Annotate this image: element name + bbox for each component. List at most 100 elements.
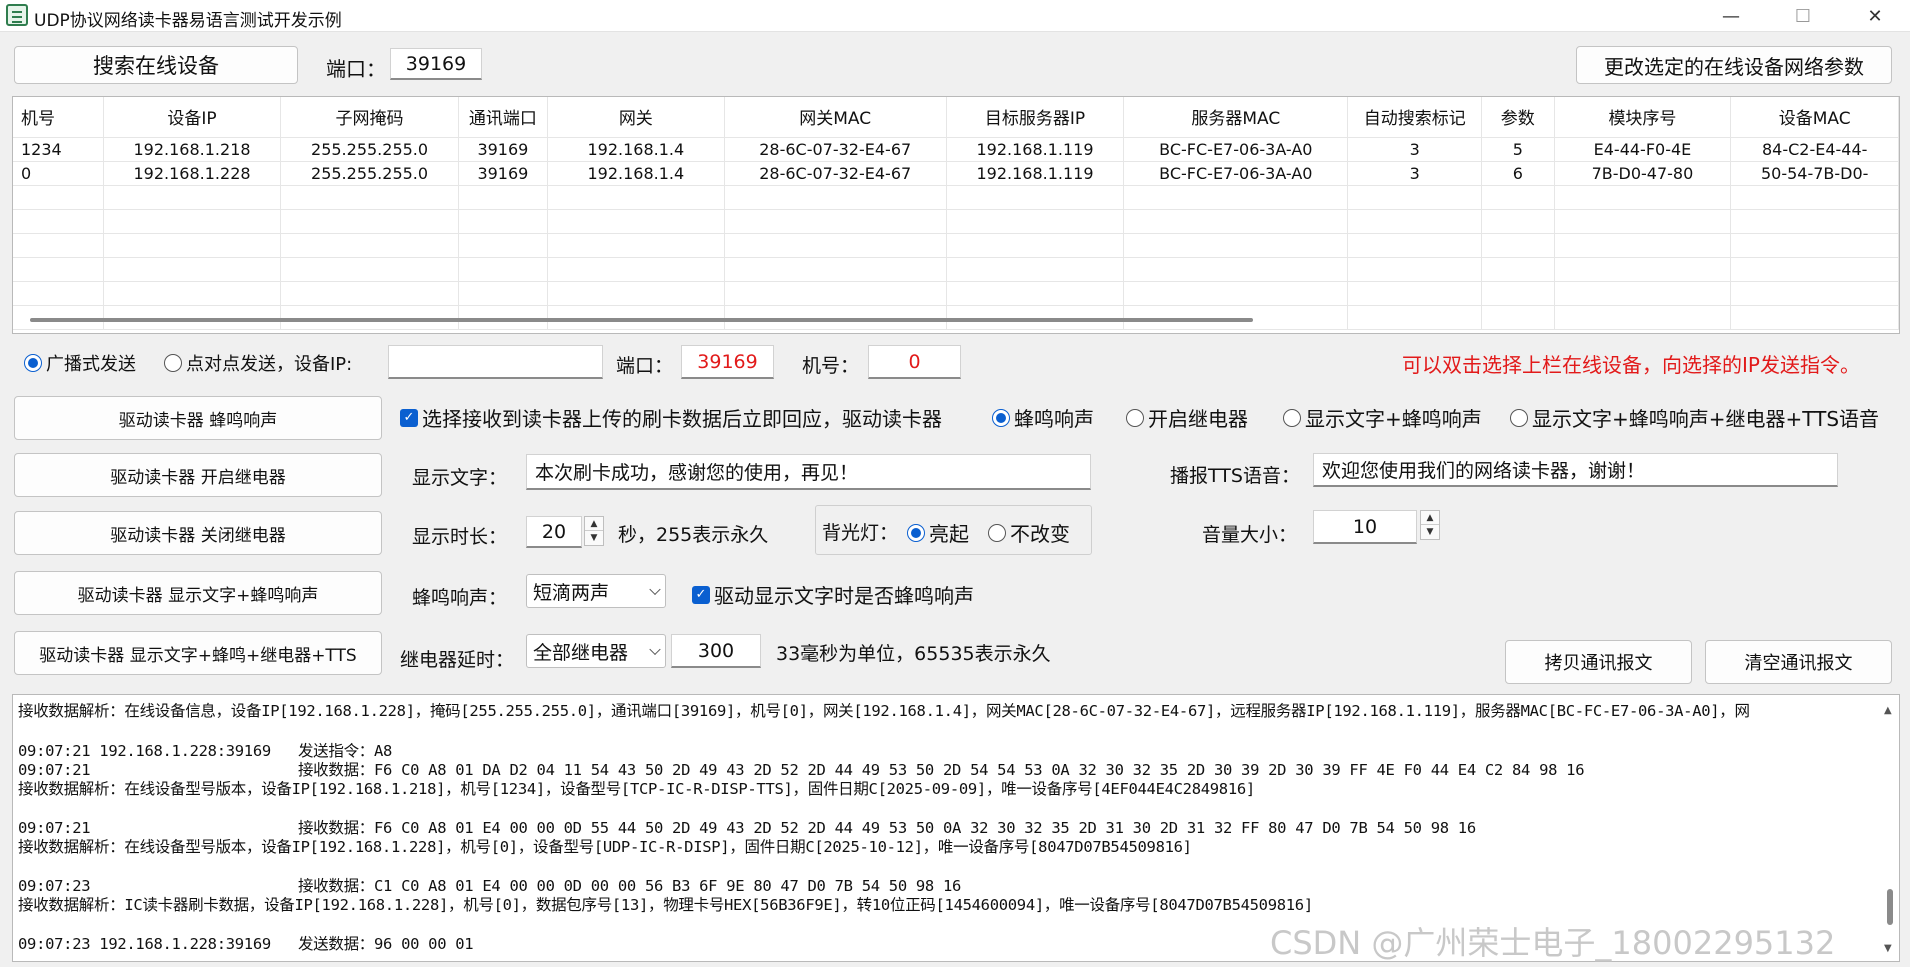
volume-input[interactable]: 10	[1313, 510, 1417, 544]
log-vertical-scrollbar[interactable]: ▲ ▼	[1883, 699, 1897, 957]
backlight-keep-label: 不改变	[1010, 522, 1070, 546]
table-cell: 84-C2-E4-44-	[1730, 137, 1899, 162]
reply-relay-label: 开启继电器	[1148, 407, 1248, 431]
col-header[interactable]: 设备MAC	[1730, 97, 1899, 138]
volume-label: 音量大小：	[1202, 524, 1298, 546]
p2p-radio[interactable]: 点对点发送，设备IP:	[164, 350, 352, 376]
table-cell: 39169	[458, 137, 548, 162]
auto-reply-checkbox[interactable]: ✓ 选择接收到读卡器上传的刷卡数据后立即回应，驱动读卡器	[400, 403, 942, 432]
relay-off-button[interactable]: 驱动读卡器 关闭继电器	[14, 511, 382, 555]
tts-label: 播报TTS语音：	[1170, 465, 1300, 487]
col-header[interactable]: 通讯端口	[458, 97, 548, 138]
col-header[interactable]: 自动搜索标记	[1347, 97, 1483, 138]
app-window: UDP协议网络读卡器易语言测试开发示例 — ☐ ✕ 搜索在线设备 端口： 391…	[0, 0, 1910, 967]
table-cell: BC-FC-E7-06-3A-A0	[1123, 161, 1349, 186]
relay-on-button[interactable]: 驱动读卡器 开启继电器	[14, 453, 382, 497]
reply-text-beep-label: 显示文字+蜂鸣响声	[1305, 407, 1482, 431]
app-icon	[6, 4, 28, 26]
auto-reply-label: 选择接收到读卡器上传的刷卡数据后立即回应，驱动读卡器	[422, 407, 942, 431]
col-header[interactable]: 模块序号	[1554, 97, 1732, 138]
backlight-label: 背光灯：	[822, 522, 899, 544]
col-header[interactable]: 参数	[1481, 97, 1555, 138]
display-text-label: 显示文字：	[412, 467, 508, 489]
copy-log-button[interactable]: 拷贝通讯报文	[1505, 640, 1692, 684]
relay-delay-input[interactable]: 300	[671, 634, 761, 668]
radio-selected-icon	[24, 354, 42, 372]
close-button[interactable]: ✕	[1839, 0, 1910, 32]
relay-select[interactable]: 全部继电器	[526, 634, 666, 668]
device-ip-input[interactable]	[388, 345, 603, 379]
minimize-button[interactable]: —	[1695, 0, 1767, 32]
duration-input[interactable]: 20	[526, 516, 582, 548]
table-cell: 192.168.1.4	[547, 161, 725, 186]
backlight-on-radio[interactable]: 亮起	[907, 518, 969, 547]
duration-label: 显示时长：	[412, 526, 508, 548]
table-cell: 28-6C-07-32-E4-67	[724, 161, 947, 186]
col-header[interactable]: 网关	[547, 97, 725, 138]
send-port-input[interactable]: 39169	[681, 345, 774, 379]
table-cell: 7B-D0-47-80	[1554, 161, 1732, 186]
tts-input[interactable]: 欢迎您使用我们的网络读卡器，谢谢！	[1313, 453, 1838, 487]
table-row[interactable]: 1234 192.168.1.218 255.255.255.0 39169 1…	[13, 137, 1899, 162]
duration-hint: 秒，255表示永久	[618, 524, 769, 546]
empty-row	[13, 305, 1899, 330]
col-header[interactable]: 机号	[13, 97, 104, 138]
reply-text-beep-radio[interactable]: 显示文字+蜂鸣响声	[1283, 403, 1482, 432]
table-horizontal-scrollbar[interactable]	[30, 318, 1253, 322]
display-all-button[interactable]: 驱动读卡器 显示文字+蜂鸣+继电器+TTS	[14, 631, 382, 675]
beep-on-display-checkbox[interactable]: ✓ 驱动显示文字时是否蜂鸣响声	[692, 580, 974, 609]
spin-up-icon[interactable]: ▲	[1421, 511, 1439, 525]
display-text-input[interactable]: 本次刷卡成功，感谢您的使用，再见！	[526, 454, 1091, 490]
radio-selected-icon	[907, 523, 925, 542]
duration-spinner[interactable]: ▲ ▼	[584, 516, 604, 546]
display-beep-button[interactable]: 驱动读卡器 显示文字+蜂鸣响声	[14, 571, 382, 615]
modify-device-params-button[interactable]: 更改选定的在线设备网络参数	[1576, 46, 1892, 84]
radio-unselected-icon	[1510, 408, 1528, 427]
search-port-input[interactable]: 39169	[390, 48, 482, 80]
reply-all-label: 显示文字+蜂鸣响声+继电器+TTS语音	[1532, 407, 1880, 431]
scroll-thumb[interactable]	[1887, 889, 1893, 925]
col-header[interactable]: 网关MAC	[724, 97, 947, 138]
reply-beep-radio[interactable]: 蜂鸣响声	[992, 403, 1094, 432]
relay-select-value: 全部继电器	[533, 641, 629, 664]
col-header[interactable]: 目标服务器IP	[946, 97, 1125, 138]
scroll-down-icon[interactable]: ▼	[1884, 943, 1892, 954]
table-cell: BC-FC-E7-06-3A-A0	[1123, 137, 1349, 162]
col-header[interactable]: 子网掩码	[280, 97, 459, 138]
radio-unselected-icon	[988, 523, 1006, 542]
broadcast-radio[interactable]: 广播式发送	[24, 350, 136, 376]
spin-down-icon[interactable]: ▼	[1421, 525, 1439, 539]
table-cell: 28-6C-07-32-E4-67	[724, 137, 947, 162]
col-header[interactable]: 设备IP	[103, 97, 282, 138]
backlight-on-label: 亮起	[929, 522, 969, 546]
clear-log-button[interactable]: 清空通讯报文	[1705, 640, 1892, 684]
device-table[interactable]: 机号 设备IP 子网掩码 通讯端口 网关 网关MAC 目标服务器IP 服务器MA…	[12, 96, 1900, 334]
beep-type-value: 短滴两声	[533, 581, 610, 604]
hint-text: 可以双击选择上栏在线设备，向选择的IP发送指令。	[1402, 353, 1860, 377]
beep-type-select[interactable]: 短滴两声	[526, 574, 666, 608]
backlight-keep-radio[interactable]: 不改变	[988, 518, 1070, 547]
machine-no-input[interactable]: 0	[868, 345, 961, 379]
reply-all-radio[interactable]: 显示文字+蜂鸣响声+继电器+TTS语音	[1510, 403, 1879, 432]
volume-spinner[interactable]: ▲ ▼	[1420, 510, 1440, 540]
search-devices-button[interactable]: 搜索在线设备	[14, 46, 298, 84]
watermark-text: CSDN @广州荣士电子_18002295132	[1270, 924, 1836, 962]
log-line: 接收数据解析：在线设备型号版本，设备IP[192.168.1.228]，机号[0…	[18, 838, 1192, 856]
scroll-up-icon[interactable]: ▲	[1884, 705, 1892, 716]
spin-up-icon[interactable]: ▲	[585, 517, 603, 531]
table-cell: 50-54-7B-D0-	[1730, 161, 1899, 186]
radio-selected-icon	[992, 408, 1010, 427]
col-header[interactable]: 服务器MAC	[1123, 97, 1349, 138]
beep-button[interactable]: 驱动读卡器 蜂鸣响声	[14, 396, 382, 440]
relay-delay-label: 继电器延时：	[400, 649, 515, 671]
spin-down-icon[interactable]: ▼	[585, 531, 603, 545]
maximize-button[interactable]: ☐	[1767, 0, 1839, 32]
relay-hint: 33毫秒为单位，65535表示永久	[776, 643, 1051, 665]
reply-relay-radio[interactable]: 开启继电器	[1126, 403, 1248, 432]
table-cell: 192.168.1.218	[103, 137, 282, 162]
radio-unselected-icon	[1283, 408, 1301, 427]
table-cell: 192.168.1.228	[103, 161, 282, 186]
table-cell: 1234	[13, 137, 104, 162]
table-row[interactable]: 0 192.168.1.228 255.255.255.0 39169 192.…	[13, 161, 1899, 186]
chevron-down-icon	[649, 583, 661, 596]
